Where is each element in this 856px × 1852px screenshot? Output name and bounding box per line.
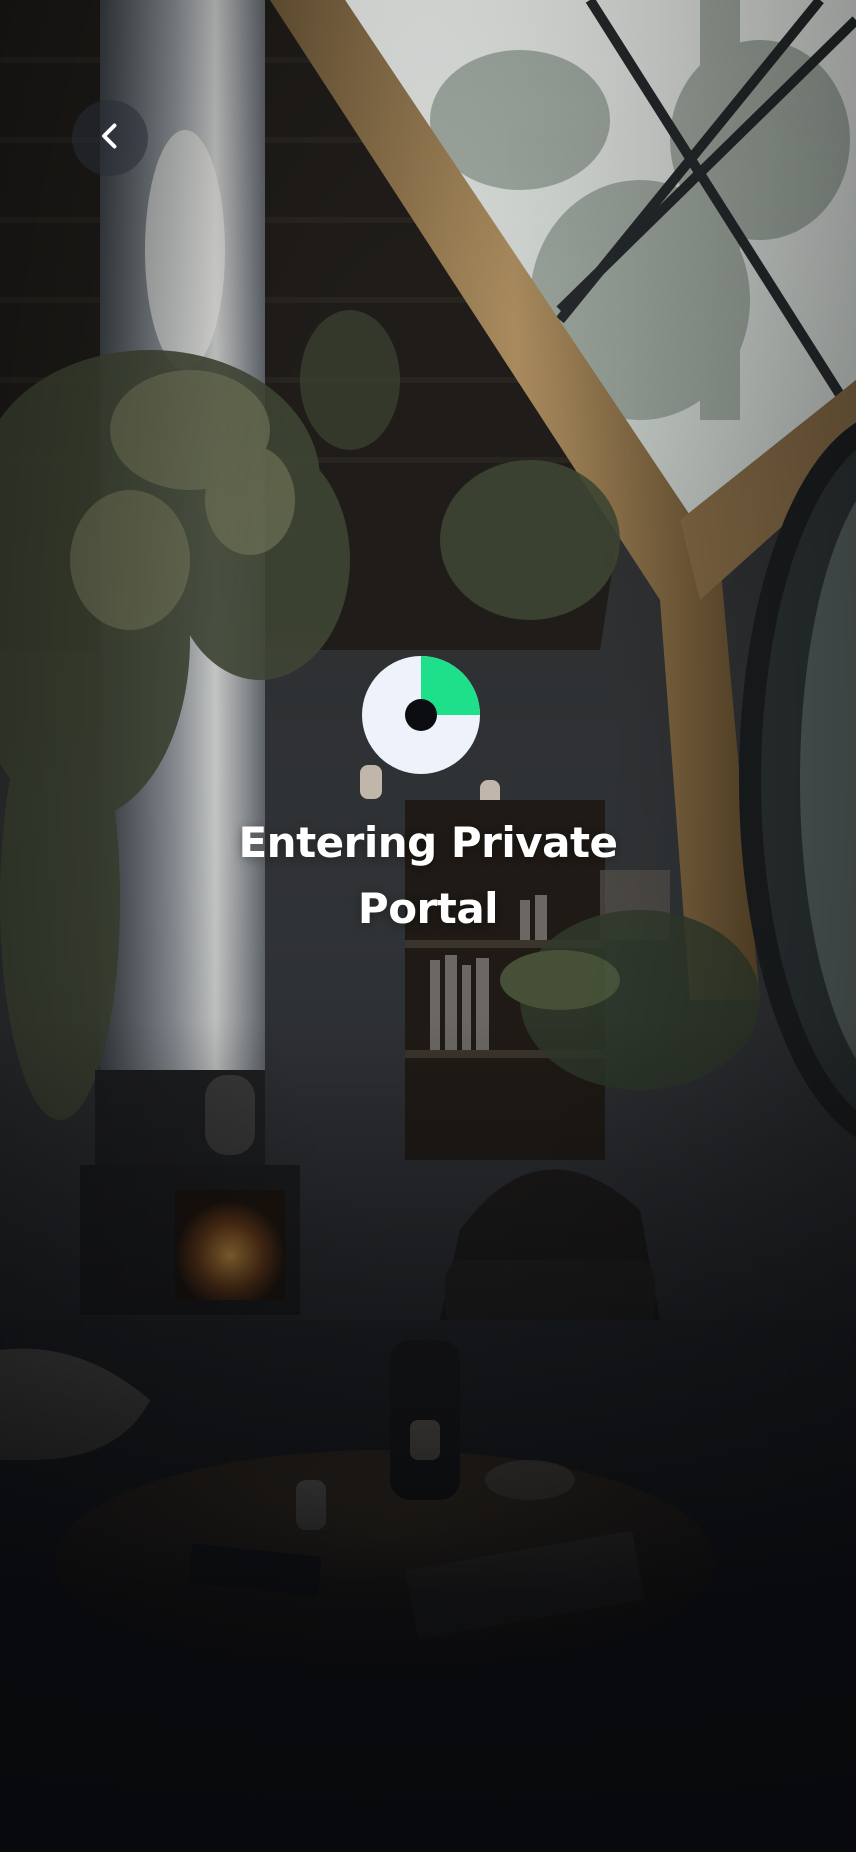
page-title: Entering Private Portal (238, 818, 618, 933)
portal-loading-screen: Entering Private Portal (0, 0, 856, 1852)
progress-hole (405, 699, 437, 731)
back-button[interactable] (72, 100, 148, 176)
chevron-left-icon (92, 118, 128, 158)
progress-ring-icon (362, 656, 480, 774)
